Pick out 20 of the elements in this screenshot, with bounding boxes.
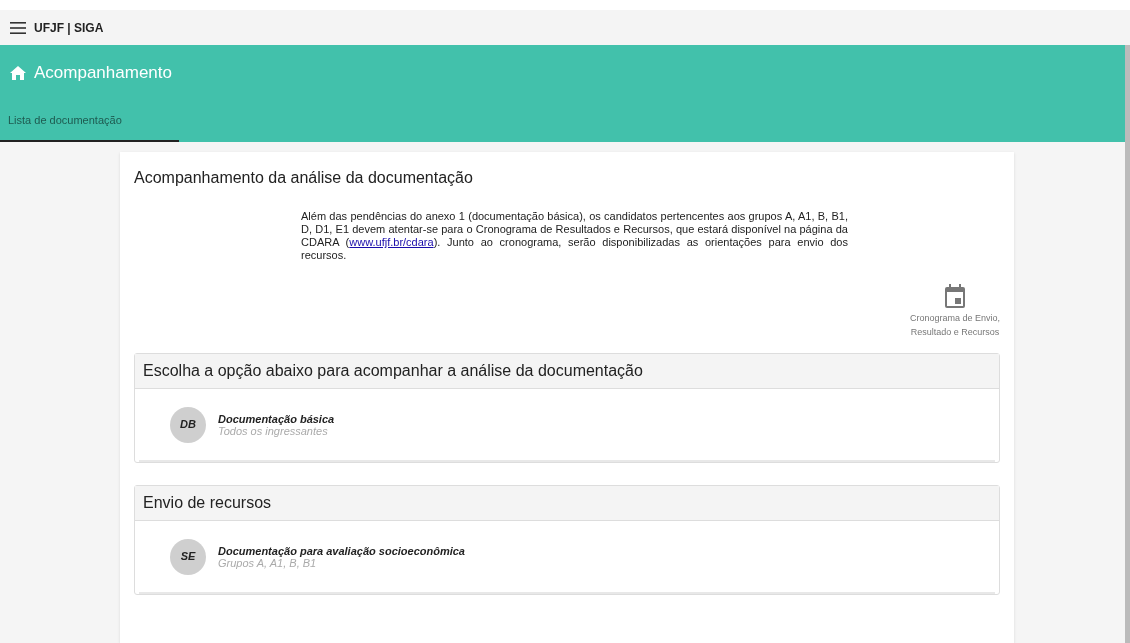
home-icon bbox=[10, 65, 26, 80]
notice-paragraph: Além das pendências do anexo 1 (documentação básica), os candidatos pertencentes aos grupos A, A1, B, B1, D, D1, E1 devem atentar-se para o Cronograma de Resultados e Recursos, que estará disponível na página da CDARA (www.ufjf.br/cdara). Junto ao cronograma, serão disponibilizadas as orientações para envio dos recursos. bbox=[301, 210, 848, 262]
item-title: Documentação básica bbox=[218, 412, 335, 425]
item-subtitle: Todos os ingressantes bbox=[218, 424, 329, 437]
cdara-link[interactable]: www.ufjf.br/cdara bbox=[349, 236, 434, 248]
section-header: Escolha a opção abaixo para acompanhar a análise da documentação bbox=[135, 354, 999, 389]
avatar: DB bbox=[170, 406, 206, 443]
scrollbar[interactable] bbox=[1125, 45, 1130, 643]
list-item[interactable]: SE Documentação para avaliação socioeconômica Grupos A, A1, B, B1 bbox=[139, 521, 995, 594]
avatar: SE bbox=[170, 538, 206, 575]
item-title: Documentação para avaliação socioeconômica bbox=[218, 544, 465, 557]
schedule-button[interactable]: Cronograma de Envio, Resultado e Recursos bbox=[909, 284, 1000, 339]
card-title: Acompanhamento da análise da documentação bbox=[134, 168, 474, 188]
menu-icon[interactable] bbox=[10, 21, 26, 34]
calendar-icon bbox=[944, 284, 965, 308]
item-subtitle: Grupos A, A1, B, B1 bbox=[218, 556, 317, 569]
section-header: Envio de recursos bbox=[135, 486, 999, 521]
page-title: Acompanhamento bbox=[34, 61, 172, 84]
list-item[interactable]: DB Documentação básica Todos os ingressantes bbox=[139, 389, 995, 462]
app-title: UFJF | SIGA bbox=[34, 19, 104, 37]
